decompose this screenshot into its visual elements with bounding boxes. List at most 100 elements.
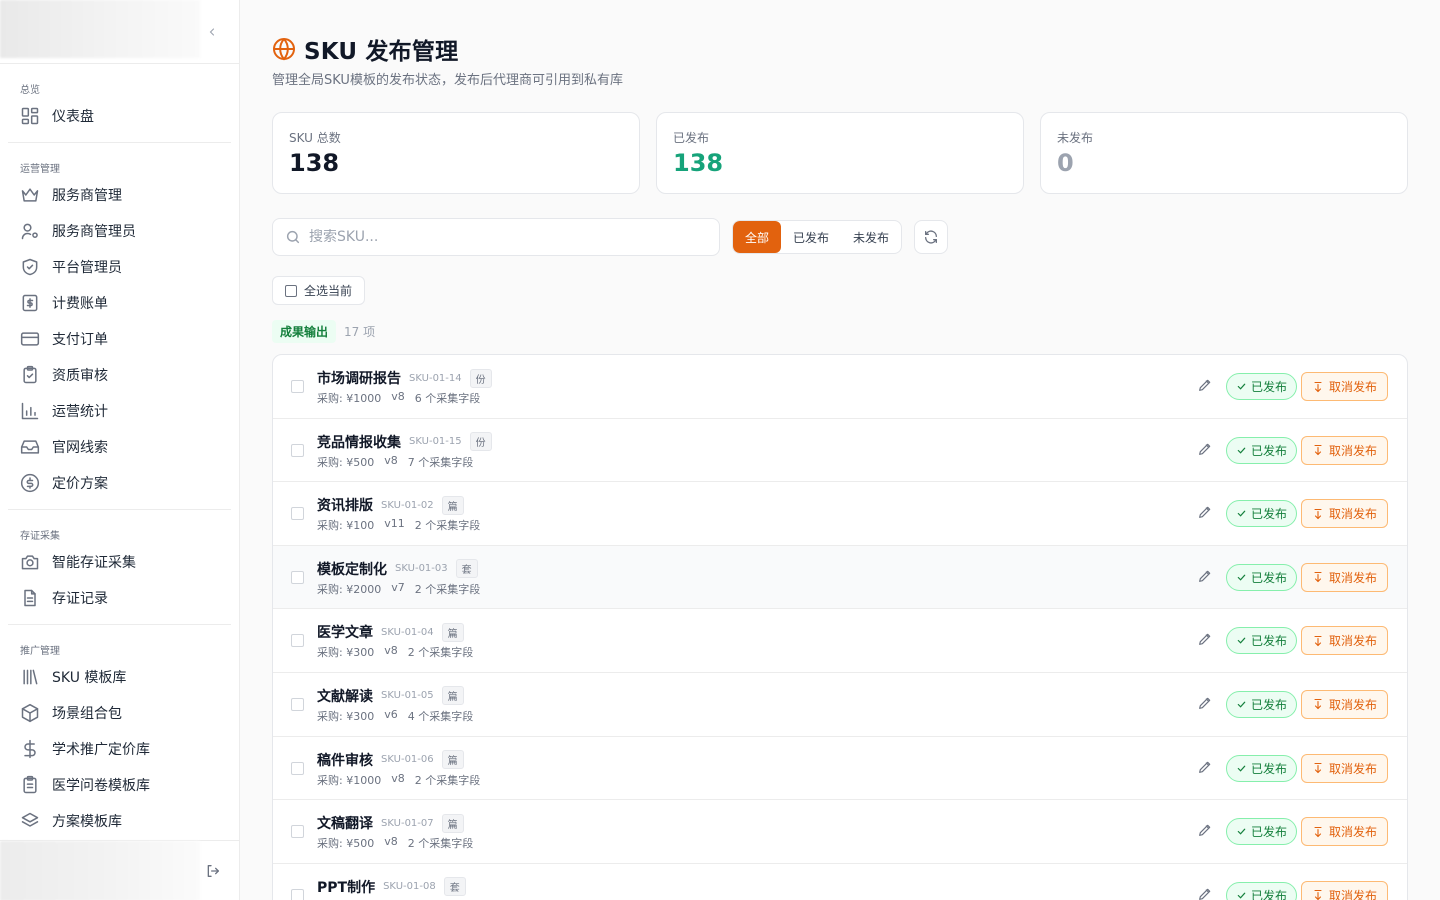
arrow-down-icon <box>1314 381 1322 392</box>
unpublish-button[interactable]: 取消发布 <box>1301 435 1389 465</box>
group-header: 成果输出 17 项 <box>272 319 376 343</box>
unpublish-button[interactable]: 取消发布 <box>1301 562 1389 592</box>
sidebar-group: 运营管理 服务商管理 服务商管理员 平台管理员 计费账单 支付订单 资质审核 运营统计 官网线索… <box>0 143 239 501</box>
edit-button[interactable] <box>1197 631 1215 649</box>
sku-title: 竞品情报收集 SKU-01-15 份 <box>317 432 492 452</box>
search-box[interactable] <box>272 218 720 256</box>
arrow-down-icon <box>1314 508 1322 519</box>
sku-version: v8 <box>384 835 398 849</box>
sku-row: 资讯排版 SKU-01-02 篇采购: ¥100 v11 2 个采集字段 已发布 取消发布 <box>273 482 1407 546</box>
sidebar: 总览 仪表盘 运营管理 服务商管理 服务商管理员 平台管理员 计费账单 支付订单 资质审核 运营统… <box>0 0 240 900</box>
sidebar-item-label: 定价方案 <box>52 476 108 492</box>
sidebar-item[interactable]: 定价方案 <box>8 465 231 501</box>
user-profile[interactable] <box>0 841 200 900</box>
sidebar-item[interactable]: 服务商管理 <box>8 177 231 213</box>
select-all-button[interactable]: 全选当前 <box>272 276 366 305</box>
sidebar-item[interactable]: 方案模板库 <box>8 803 231 839</box>
unpublish-label: 取消发布 <box>1329 761 1378 776</box>
status-filter: 全部 已发布 未发布 <box>732 220 903 254</box>
sku-unit-badge: 套 <box>443 877 466 897</box>
row-checkbox[interactable] <box>291 888 304 900</box>
edit-button[interactable] <box>1197 695 1215 713</box>
edit-button[interactable] <box>1197 886 1215 900</box>
sidebar-item[interactable]: 场景组合包 <box>8 695 231 731</box>
clipboard-list-icon <box>20 775 40 795</box>
filter-option[interactable]: 全部 <box>733 221 782 253</box>
unpublish-button[interactable]: 取消发布 <box>1301 372 1389 401</box>
edit-button[interactable] <box>1197 822 1215 840</box>
edit-button[interactable] <box>1197 377 1215 395</box>
sidebar-item-label: 运营统计 <box>52 404 108 420</box>
sku-price: 采购: ¥1000 <box>317 773 382 787</box>
sku-code: SKU-01-05 <box>381 690 434 702</box>
sku-row: 竞品情报收集 SKU-01-15 份采购: ¥500 v8 7 个采集字段 已发布 取消发布 <box>273 419 1407 483</box>
unpublish-label: 取消发布 <box>1329 443 1378 458</box>
status-badge: 已发布 <box>1226 690 1298 718</box>
sidebar-item[interactable]: 医学问卷模板库 <box>8 767 231 803</box>
arrow-down-icon <box>1314 890 1322 900</box>
row-checkbox[interactable] <box>291 634 304 648</box>
sku-price: 采购: ¥1000 <box>317 392 382 405</box>
unpublish-button[interactable]: 取消发布 <box>1301 626 1389 656</box>
sidebar-item[interactable]: 存证记录 <box>8 580 231 616</box>
search-input[interactable] <box>309 229 689 245</box>
group-count: 17 项 <box>344 324 376 339</box>
row-checkbox[interactable] <box>291 443 304 457</box>
select-all-label: 全选当前 <box>304 284 353 298</box>
edit-button[interactable] <box>1197 441 1215 459</box>
sidebar-item[interactable]: 官网线索 <box>8 429 231 465</box>
sidebar-item[interactable]: 支付订单 <box>8 321 231 357</box>
sidebar-item[interactable]: 服务商管理员 <box>8 213 231 249</box>
refresh-button[interactable] <box>914 220 948 254</box>
checkbox[interactable] <box>285 284 297 297</box>
check-icon <box>1237 510 1246 517</box>
sidebar-item[interactable]: 计费账单 <box>8 285 231 321</box>
sidebar-item[interactable]: 学术推广定价库 <box>8 731 231 767</box>
sku-fields: 2 个采集字段 <box>407 646 474 660</box>
row-checkbox[interactable] <box>291 761 304 775</box>
sidebar-item[interactable]: 平台管理员 <box>8 249 231 285</box>
page-header: SKU 发布管理 <box>272 34 458 65</box>
sidebar-item-label: 服务商管理 <box>52 188 122 204</box>
logout-icon <box>207 865 219 877</box>
unpublish-button[interactable]: 取消发布 <box>1301 753 1389 783</box>
unpublish-button[interactable]: 取消发布 <box>1301 689 1389 719</box>
sku-fields: 2 个采集字段 <box>414 519 481 533</box>
package-icon <box>20 703 40 723</box>
stat-label: SKU 总数 <box>289 131 341 145</box>
unpublish-label: 取消发布 <box>1329 825 1378 840</box>
check-icon <box>1237 574 1246 581</box>
sku-title: 市场调研报告 SKU-01-14 份 <box>317 368 492 388</box>
collapse-sidebar-button[interactable] <box>203 22 221 42</box>
sidebar-item[interactable]: 资质审核 <box>8 357 231 393</box>
sidebar-item[interactable]: 运营统计 <box>8 393 231 429</box>
filter-option[interactable]: 已发布 <box>781 221 841 253</box>
row-checkbox[interactable] <box>291 380 304 393</box>
sku-name: 市场调研报告 <box>317 371 401 387</box>
sku-code: SKU-01-02 <box>381 499 434 511</box>
sku-name: 竞品情报收集 <box>317 434 401 451</box>
sku-title: 医学文章 SKU-01-04 篇 <box>317 622 464 642</box>
sidebar-item-label: 场景组合包 <box>52 706 122 722</box>
edit-button[interactable] <box>1197 504 1215 522</box>
row-checkbox[interactable] <box>291 570 304 584</box>
camera-icon <box>20 552 40 572</box>
unpublish-button[interactable]: 取消发布 <box>1301 817 1389 847</box>
sidebar-item[interactable]: 仪表盘 <box>8 98 231 134</box>
sidebar-item[interactable]: 智能存证采集 <box>8 544 231 580</box>
sidebar-nav: 总览 仪表盘 运营管理 服务商管理 服务商管理员 平台管理员 计费账单 支付订单 资质审核 运营统… <box>0 64 239 839</box>
sku-code: SKU-01-08 <box>383 881 436 893</box>
filter-option[interactable]: 未发布 <box>841 221 901 253</box>
arrow-down-icon <box>1314 699 1322 710</box>
unpublish-button[interactable]: 取消发布 <box>1301 880 1389 900</box>
row-checkbox[interactable] <box>291 507 304 521</box>
logout-button[interactable] <box>203 861 223 881</box>
unpublish-button[interactable]: 取消发布 <box>1301 499 1389 529</box>
edit-button[interactable] <box>1197 759 1215 777</box>
credit-card-icon <box>20 329 40 349</box>
row-checkbox[interactable] <box>291 825 304 839</box>
sidebar-item[interactable]: SKU 模板库 <box>8 659 231 695</box>
edit-button[interactable] <box>1197 568 1215 586</box>
sku-unit-badge: 篇 <box>441 622 464 642</box>
row-checkbox[interactable] <box>291 697 304 711</box>
